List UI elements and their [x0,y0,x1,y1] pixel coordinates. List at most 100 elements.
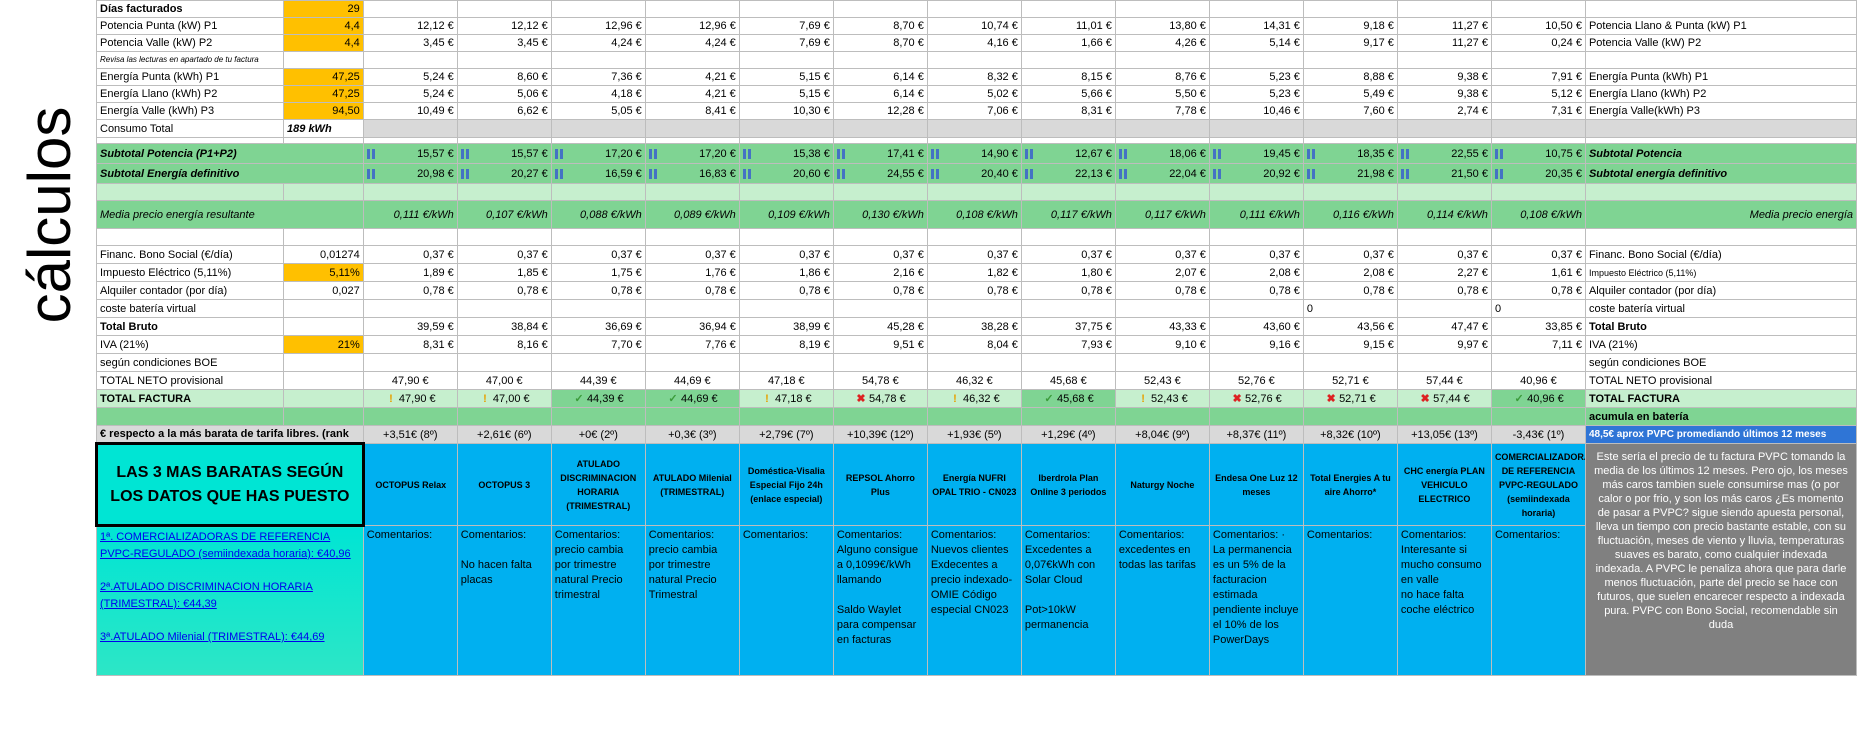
green-cell[interactable] [456,407,552,426]
value-cell[interactable]: 5,06 € [456,85,552,103]
value-cell[interactable]: 39,59 € [362,317,458,336]
spacer-cell[interactable] [738,228,834,246]
value-cell[interactable]: 1,61 € [1490,263,1586,282]
value-cell[interactable]: 4,24 € [644,34,740,52]
row-label[interactable]: Total Bruto [95,317,285,336]
value-cell[interactable]: 7,70 € [550,335,646,354]
value-cell[interactable]: 45,68 € [1020,371,1116,390]
value-cell[interactable]: 0,37 € [1302,245,1398,264]
row-input[interactable] [283,51,364,69]
subtotal-cell[interactable]: 22,13 € [1020,163,1116,184]
value-cell[interactable] [644,353,740,372]
value-cell[interactable] [1208,299,1304,318]
right-label[interactable]: Alquiler contador (por día) [1584,281,1857,300]
value-cell[interactable]: 47,47 € [1396,317,1492,336]
value-cell[interactable] [362,51,458,69]
row-input[interactable]: 4,4 [283,34,364,52]
value-cell[interactable]: 0,78 € [1396,281,1492,300]
value-cell[interactable]: 43,56 € [1302,317,1398,336]
rank-cell[interactable]: +8,32€ (10º) [1302,425,1398,444]
value-cell[interactable]: 9,38 € [1396,85,1492,103]
spacer-cell[interactable] [456,183,552,201]
value-cell[interactable]: 0,37 € [1490,245,1586,264]
grey-cell[interactable] [456,119,552,138]
value-cell[interactable]: 0,37 € [738,245,834,264]
value-cell[interactable]: 43,33 € [1114,317,1210,336]
value-cell[interactable]: 43,60 € [1208,317,1304,336]
green-cell[interactable] [362,407,458,426]
row-label[interactable]: Revisa las lecturas en apartado de tu fa… [95,51,285,69]
subtotal-cell[interactable]: 18,06 € [1114,143,1210,164]
subtotal-cell[interactable]: 16,83 € [644,163,740,184]
value-cell[interactable] [1114,0,1210,18]
spacer-cell[interactable] [1396,183,1492,201]
value-cell[interactable]: 0,37 € [362,245,458,264]
value-cell[interactable] [362,299,458,318]
row-label[interactable]: Días facturados [95,0,285,18]
value-cell[interactable]: 5,15 € [738,68,834,86]
value-cell[interactable]: 38,99 € [738,317,834,336]
value-cell[interactable]: 0,78 € [1114,281,1210,300]
value-cell[interactable]: 4,21 € [644,85,740,103]
value-cell[interactable]: 45,28 € [832,317,928,336]
green-cell[interactable] [1302,407,1398,426]
spacer-cell[interactable] [1490,228,1586,246]
rank-label[interactable]: € respecto a la más barata de tarifa lib… [96,425,364,444]
value-cell[interactable] [550,299,646,318]
subtotal-cell[interactable]: 15,57 € [362,143,458,164]
right-label[interactable]: coste batería virtual [1584,299,1857,318]
value-cell[interactable]: 7,91 € [1490,68,1586,86]
row-input[interactable]: 0,027 [283,281,364,300]
row-input[interactable]: 29 [283,0,364,18]
value-cell[interactable] [456,0,552,18]
value-cell[interactable] [832,353,928,372]
value-cell[interactable]: 12,12 € [362,17,458,35]
comment-cell[interactable]: Comentarios: excedentes en todas las tar… [1114,525,1210,676]
media-cell[interactable]: 0,114 €/kWh [1396,200,1492,229]
value-cell[interactable]: 0,78 € [1490,281,1586,300]
media-cell[interactable]: 0,109 €/kWh [738,200,834,229]
value-cell[interactable] [926,51,1022,69]
subtotal-cell[interactable]: 15,38 € [738,143,834,164]
row-label[interactable]: Impuesto Eléctrico (5,11%) [95,263,285,282]
spacer-cell[interactable] [283,183,364,201]
value-cell[interactable]: 37,75 € [1020,317,1116,336]
rank-cell[interactable]: +13,05€ (13º) [1396,425,1492,444]
value-cell[interactable]: 5,15 € [738,85,834,103]
rank-cell[interactable]: +2,61€ (6º) [456,425,552,444]
row-label[interactable]: Financ. Bono Social (€/día) [95,245,285,264]
value-cell[interactable]: 5,66 € [1020,85,1116,103]
value-cell[interactable]: 4,18 € [550,85,646,103]
value-cell[interactable] [456,299,552,318]
value-cell[interactable]: 40,96 € [1490,371,1586,390]
media-cell[interactable]: 0,089 €/kWh [644,200,740,229]
media-label[interactable]: Media precio energía resultante [96,200,364,229]
subtotal-right[interactable]: Subtotal energía definitivo [1584,163,1857,184]
spacer-cell[interactable] [1584,183,1857,201]
value-cell[interactable]: 2,08 € [1302,263,1398,282]
comment-cell[interactable]: Comentarios: Interesante si mucho consum… [1396,525,1492,676]
subtotal-cell[interactable]: 14,90 € [926,143,1022,164]
subtotal-cell[interactable]: 20,60 € [738,163,834,184]
green-cell[interactable] [1020,407,1116,426]
spacer-cell[interactable] [1208,228,1304,246]
subtotal-label[interactable]: Subtotal Energía definitivo [96,163,364,184]
value-cell[interactable] [926,0,1022,18]
subtotal-cell[interactable]: 19,45 € [1208,143,1304,164]
media-cell[interactable]: 0,111 €/kWh [1208,200,1304,229]
rank-cell[interactable]: +3,51€ (8º) [362,425,458,444]
value-cell[interactable] [1396,299,1492,318]
rank-cell[interactable]: +10,39€ (12º) [832,425,928,444]
spacer-cell[interactable] [456,228,552,246]
spacer-cell[interactable] [283,228,364,246]
row-label[interactable]: TOTAL NETO provisional [95,371,285,390]
right-label[interactable]: TOTAL NETO provisional [1584,371,1857,390]
grey-cell[interactable] [550,119,646,138]
total-factura-right[interactable]: TOTAL FACTURA [1584,389,1857,408]
value-cell[interactable]: 1,82 € [926,263,1022,282]
rank-cell[interactable]: -3,43€ (1º) [1490,425,1586,444]
media-cell[interactable]: 0,117 €/kWh [1114,200,1210,229]
value-cell[interactable] [1208,353,1304,372]
value-cell[interactable]: 8,31 € [362,335,458,354]
top3-item-link[interactable]: 3ª.ATULADO Milenial (TRIMESTRAL): €44,69 [100,629,360,646]
